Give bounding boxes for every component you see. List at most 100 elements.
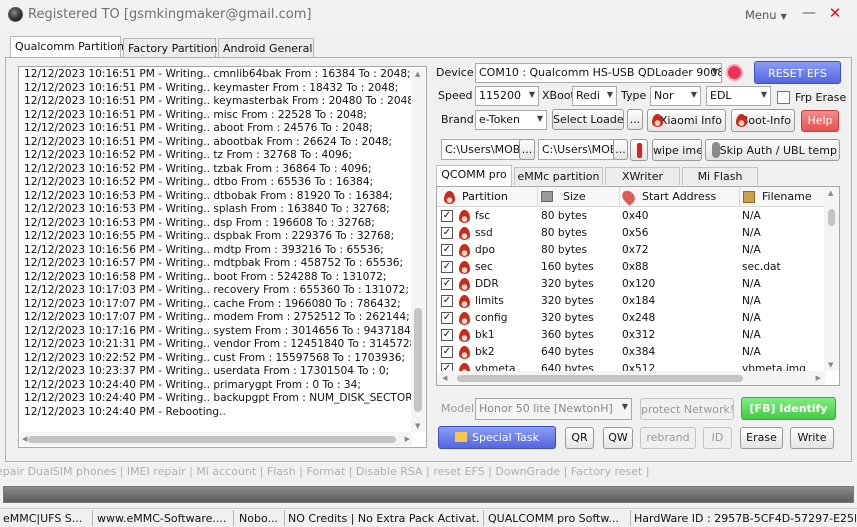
row-checkbox[interactable]: ✓ <box>441 278 453 290</box>
skip-auth-button[interactable]: Skip Auth / UBL temp <box>705 139 840 161</box>
write-button[interactable]: Write <box>790 427 834 449</box>
qr-button[interactable]: QR <box>565 427 594 449</box>
fb-identify-button[interactable]: [FB] Identify <box>741 397 836 420</box>
xboot-select[interactable]: Redi ▼ <box>572 86 617 106</box>
column-size[interactable]: Size <box>563 190 586 203</box>
drive-icon <box>541 191 553 202</box>
rebrand-button[interactable]: rebrand <box>640 427 696 449</box>
scroll-up-icon[interactable]: ▲ <box>828 189 833 197</box>
tab-android-general[interactable]: Android General <box>218 38 314 57</box>
scroll-down-icon[interactable]: ▼ <box>415 422 420 430</box>
reset-efs-button[interactable]: RESET EFS <box>754 61 841 84</box>
row-checkbox[interactable]: ✓ <box>441 227 453 239</box>
log-scroll-thumb[interactable] <box>414 308 422 412</box>
warning-button[interactable] <box>630 139 648 161</box>
type-select[interactable]: Nor ▼ <box>650 86 701 106</box>
brand-select[interactable]: e-Token ▼ <box>475 110 547 130</box>
scroll-right-icon[interactable]: ▶ <box>816 374 821 382</box>
scroll-right-icon[interactable]: ▶ <box>405 435 410 443</box>
table-row[interactable]: ✓ DDR 320 bytes 0x120 N/A <box>437 276 825 293</box>
start-address: 0x384 <box>622 346 656 358</box>
log-line: 12/12/2023 10:21:31 PM - Writing.. vendo… <box>24 338 416 350</box>
row-checkbox[interactable]: ✓ <box>441 261 453 273</box>
tab-mi-flash[interactable]: Mi Flash <box>682 167 758 185</box>
tab-qualcomm-partition[interactable]: Qualcomm Partition <box>10 36 124 58</box>
erase-button[interactable]: Erase <box>740 427 783 449</box>
select-loader-button[interactable]: Select Loader <box>552 109 624 130</box>
xiaomi-info-button[interactable]: Xiaomi Info <box>647 109 726 132</box>
table-row[interactable]: ✓ config 320 bytes 0x248 N/A <box>437 310 825 327</box>
help-button[interactable]: Help <box>801 110 839 132</box>
log-horizontal-scrollbar[interactable]: ◀ ▶ <box>20 432 412 446</box>
menu-button[interactable]: Menu ▼ <box>745 8 787 22</box>
boot-info-button[interactable]: Boot-Info <box>731 109 795 132</box>
table-hscroll-thumb[interactable] <box>457 375 743 382</box>
browse-second-button[interactable]: ... <box>613 139 628 160</box>
table-vertical-scrollbar[interactable]: ▲ ▼ <box>824 187 839 371</box>
table-row[interactable]: ✓ limits 320 bytes 0x184 N/A <box>437 293 825 310</box>
speed-select[interactable]: 115200 ▼ <box>475 86 539 106</box>
fire-icon <box>459 312 470 325</box>
log-line: 12/12/2023 10:16:57 PM - Writing.. mdtpb… <box>24 257 404 269</box>
qw-button[interactable]: QW <box>603 427 633 449</box>
browse-firmware-button[interactable]: ... <box>519 139 535 160</box>
column-partition[interactable]: Partition <box>462 190 508 203</box>
row-checkbox[interactable]: ✓ <box>441 329 453 341</box>
row-checkbox[interactable]: ✓ <box>441 312 453 324</box>
refresh-port-icon[interactable] <box>726 64 743 81</box>
table-row[interactable]: ✓ fsc 80 bytes 0x40 N/A <box>437 208 825 225</box>
filename: N/A <box>742 210 761 222</box>
row-checkbox[interactable]: ✓ <box>441 244 453 256</box>
tab-xwriter[interactable]: XWriter <box>605 167 680 185</box>
brand-value: e-Token <box>479 113 521 126</box>
minimize-button[interactable]: — <box>800 6 818 22</box>
log-vertical-scrollbar[interactable]: ▲ ▼ <box>411 68 425 432</box>
mode-select[interactable]: EDL ▼ <box>706 86 771 106</box>
scroll-left-icon[interactable]: ◀ <box>442 374 447 382</box>
id-button[interactable]: ID <box>703 427 732 449</box>
scroll-up-icon[interactable]: ▲ <box>415 70 420 78</box>
log-line: 12/12/2023 10:16:52 PM - Writing.. tz Fr… <box>24 149 353 161</box>
table-row[interactable]: ✓ bk1 360 bytes 0x312 N/A <box>437 327 825 344</box>
log-hscroll-thumb[interactable] <box>28 436 396 443</box>
chevron-down-icon: ▼ <box>711 67 718 76</box>
partition-name: fsc <box>475 210 491 222</box>
tab-emmc-partition[interactable]: eMMc partition <box>514 167 603 185</box>
browse-loader-button[interactable]: ... <box>627 109 643 130</box>
filename: sec.dat <box>742 261 781 273</box>
row-checkbox[interactable]: ✓ <box>441 210 453 222</box>
fire-icon <box>652 114 663 127</box>
special-task-button[interactable]: Special Task <box>438 426 556 449</box>
log-line: 12/12/2023 10:16:58 PM - Writing.. boot … <box>24 270 387 283</box>
row-checkbox[interactable]: ✓ <box>441 346 453 358</box>
table-row[interactable]: ✓ bk2 640 bytes 0x384 N/A <box>437 344 825 361</box>
log-line: 12/12/2023 10:16:52 PM - Writing.. dtbo … <box>24 176 374 188</box>
features-marquee: epair DualSIM phones | IMEI repair | Mi … <box>0 465 650 478</box>
model-select[interactable]: Honor 50 lite [NewtonH] ▼ <box>475 398 632 420</box>
fire-icon <box>459 261 470 274</box>
table-row[interactable]: ✓ sec 160 bytes 0x88 sec.dat <box>437 259 825 276</box>
partition-size: 360 bytes <box>541 329 594 341</box>
fire-icon <box>459 295 470 308</box>
log-line: 12/12/2023 10:16:56 PM - Writing.. mdtp … <box>24 243 384 256</box>
table-row[interactable]: ✓ dpo 80 bytes 0x72 N/A <box>437 242 825 259</box>
frp-erase-checkbox[interactable] <box>777 91 790 104</box>
column-filename[interactable]: Filename <box>762 190 812 203</box>
table-horizontal-scrollbar[interactable]: ◀ ▶ <box>437 371 825 385</box>
status-website[interactable]: www.eMMC-Software.... <box>97 512 230 525</box>
scroll-left-icon[interactable]: ◀ <box>22 435 27 443</box>
table-row[interactable]: ✓ ssd 80 bytes 0x56 N/A <box>437 225 825 242</box>
protect-network-button[interactable]: protect Network!... <box>640 398 734 420</box>
partition-size: 160 bytes <box>541 261 594 273</box>
tab-factory-partition[interactable]: Factory Partition <box>123 38 218 57</box>
row-checkbox[interactable]: ✓ <box>441 295 453 307</box>
speed-value: 115200 <box>479 89 521 102</box>
second-path-field[interactable]: C:\Users\MOBI <box>538 139 614 160</box>
tab-qcomm-pro[interactable]: QCOMM pro <box>436 165 512 186</box>
scroll-down-icon[interactable]: ▼ <box>828 361 833 369</box>
table-scroll-thumb[interactable] <box>828 209 835 226</box>
wipe-imei-button[interactable]: wipe imei <box>652 139 702 161</box>
column-start-address[interactable]: Start Address <box>642 190 716 203</box>
close-button[interactable]: ✕ <box>826 6 844 22</box>
device-select[interactable]: COM10 : Qualcomm HS-USB QDLoader 9008 ▼ <box>475 63 722 83</box>
